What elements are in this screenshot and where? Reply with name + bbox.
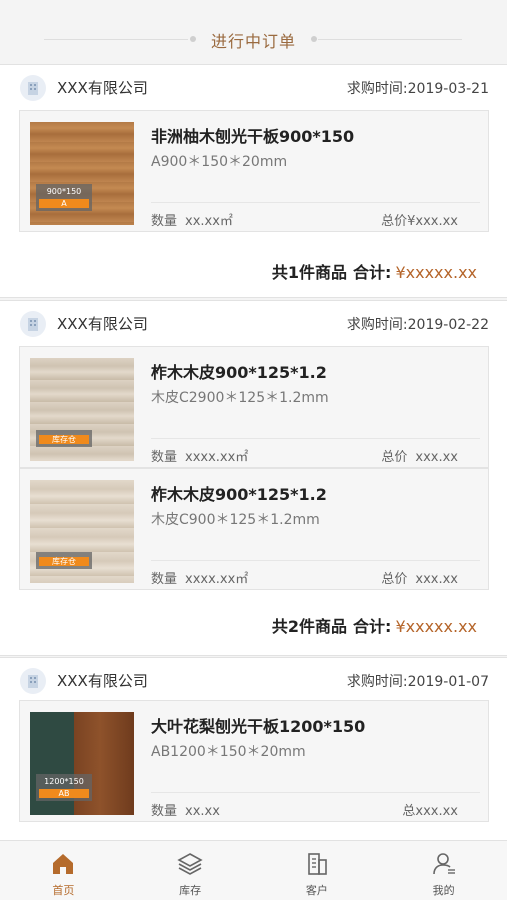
- order-date: 求购时间:2019-01-07: [346, 674, 489, 690]
- product-price: 总价 xxx.xx: [381, 568, 458, 587]
- order-summary: 共2件商品 合计: ¥xxxxx.xx: [272, 613, 477, 637]
- header-divider-right: [318, 39, 462, 40]
- price-value: xxx.xx: [415, 450, 458, 465]
- product-divider: [151, 792, 480, 793]
- company-building-icon: [20, 668, 46, 694]
- product-quantity: 数量 xx.xx㎡: [151, 210, 233, 229]
- product-spec: 木皮C2900＊125＊1.2mm: [151, 390, 329, 406]
- thumbnail-grade: 库存仓: [39, 557, 89, 566]
- product-quantity: 数量 xx.xx: [151, 800, 220, 819]
- bottom-nav: 首页 库存 客户 我的: [0, 840, 507, 900]
- product-thumbnail: 1200*150 AB: [30, 712, 134, 815]
- product-divider: [151, 202, 480, 203]
- product-name: 非洲柚木刨光干板900*150: [151, 127, 355, 146]
- product-spec: A900＊150＊20mm: [151, 154, 288, 170]
- quantity-value: xx.xx: [185, 804, 220, 819]
- order-card[interactable]: XXX有限公司 求购时间:2019-03-21 900*150 A 非洲柚木刨光…: [0, 64, 507, 298]
- order-card[interactable]: XXX有限公司 求购时间:2019-01-07 1200*150 AB 大叶花梨…: [0, 657, 507, 847]
- product-quantity: 数量 xxxx.xx㎡: [151, 446, 248, 465]
- product-spec: AB1200＊150＊20mm: [151, 744, 306, 760]
- screen: 进行中订单 XXX有限公司 求购时间:2019-03-21 900*150 A …: [0, 0, 507, 900]
- thumbnail-tag: 库存仓: [36, 552, 92, 569]
- thumbnail-size: 900*150: [46, 187, 82, 196]
- order-summary: 共1件商品 合计: ¥xxxxx.xx: [272, 259, 477, 283]
- company-building-icon: [20, 75, 46, 101]
- thumbnail-tag: 900*150 A: [36, 184, 92, 211]
- summary-amount: ¥xxxxx.xx: [395, 263, 477, 282]
- nav-label: 客户: [305, 884, 328, 897]
- price-value: xxx.xx: [415, 804, 458, 819]
- price-value: ¥xxx.xx: [407, 214, 458, 229]
- nav-label: 我的: [432, 884, 455, 897]
- company-name: XXX有限公司: [57, 315, 148, 333]
- quantity-value: xxxx.xx㎡: [185, 450, 249, 465]
- company-name: XXX有限公司: [57, 79, 148, 97]
- section-header: 进行中订单: [0, 0, 507, 64]
- section-title: 进行中订单: [210, 32, 296, 51]
- building-icon: [308, 853, 327, 875]
- user-icon: [432, 853, 455, 875]
- thumbnail-size: 1200*150: [44, 777, 84, 786]
- product-divider: [151, 438, 480, 439]
- product-item[interactable]: 1200*150 AB 大叶花梨刨光干板1200*150 AB1200＊150＊…: [19, 700, 489, 822]
- product-thumbnail: 900*150 A: [30, 122, 134, 225]
- product-item[interactable]: 900*150 A 非洲柚木刨光干板900*150 A900＊150＊20mm …: [19, 110, 489, 232]
- nav-customers[interactable]: 客户: [254, 841, 381, 900]
- nav-profile[interactable]: 我的: [380, 841, 507, 900]
- quantity-label: 数量: [151, 804, 178, 819]
- nav-inventory[interactable]: 库存: [127, 841, 254, 900]
- nav-label: 库存: [179, 884, 202, 897]
- header-dot-right: [311, 36, 317, 42]
- quantity-value: xx.xx㎡: [185, 214, 233, 229]
- thumbnail-tag: 库存仓: [36, 430, 92, 447]
- price-label: 总价: [381, 214, 408, 229]
- price-value: xxx.xx: [415, 572, 458, 587]
- company-name: XXX有限公司: [57, 672, 148, 690]
- quantity-label: 数量: [151, 572, 178, 587]
- order-date: 求购时间:2019-02-22: [346, 317, 489, 333]
- layers-icon: [177, 853, 203, 875]
- company-row: XXX有限公司 求购时间:2019-01-07: [0, 658, 507, 702]
- quantity-value: xxxx.xx㎡: [185, 572, 249, 587]
- product-thumbnail: 库存仓: [30, 358, 134, 461]
- summary-label: 合计:: [353, 617, 392, 636]
- product-spec: 木皮C900＊125＊1.2mm: [151, 512, 320, 528]
- order-card[interactable]: XXX有限公司 求购时间:2019-02-22 库存仓 柞木木皮900*125*…: [0, 300, 507, 656]
- price-label: 总: [402, 804, 416, 819]
- thumbnail-grade: A: [39, 199, 89, 208]
- thumbnail-grade: 库存仓: [39, 435, 89, 444]
- quantity-label: 数量: [151, 214, 178, 229]
- product-price: 总价 xxx.xx: [381, 446, 458, 465]
- product-item[interactable]: 库存仓 柞木木皮900*125*1.2 木皮C900＊125＊1.2mm 数量 x…: [19, 468, 489, 590]
- product-name: 大叶花梨刨光干板1200*150: [151, 717, 366, 736]
- summary-count: 共1件商品: [271, 263, 348, 282]
- thumbnail-tag: 1200*150 AB: [36, 774, 92, 801]
- product-price: 总xxx.xx: [402, 800, 458, 819]
- summary-label: 合计:: [353, 263, 392, 282]
- nav-label: 首页: [52, 884, 75, 897]
- company-building-icon: [20, 311, 46, 337]
- price-label: 总价: [381, 450, 408, 465]
- nav-home[interactable]: 首页: [0, 841, 127, 900]
- product-price: 总价¥xxx.xx: [381, 210, 458, 229]
- product-name: 柞木木皮900*125*1.2: [151, 363, 327, 382]
- summary-count: 共2件商品: [271, 617, 348, 636]
- product-name: 柞木木皮900*125*1.2: [151, 485, 327, 504]
- order-date: 求购时间:2019-03-21: [346, 81, 489, 97]
- company-row: XXX有限公司 求购时间:2019-02-22: [0, 301, 507, 345]
- quantity-label: 数量: [151, 450, 178, 465]
- product-thumbnail: 库存仓: [30, 480, 134, 583]
- thumbnail-grade: AB: [39, 789, 89, 798]
- product-quantity: 数量 xxxx.xx㎡: [151, 568, 248, 587]
- home-icon: [53, 854, 74, 874]
- price-label: 总价: [381, 572, 408, 587]
- product-divider: [151, 560, 480, 561]
- product-item[interactable]: 库存仓 柞木木皮900*125*1.2 木皮C2900＊125＊1.2mm 数量…: [19, 346, 489, 468]
- company-row: XXX有限公司 求购时间:2019-03-21: [0, 65, 507, 109]
- summary-amount: ¥xxxxx.xx: [395, 617, 477, 636]
